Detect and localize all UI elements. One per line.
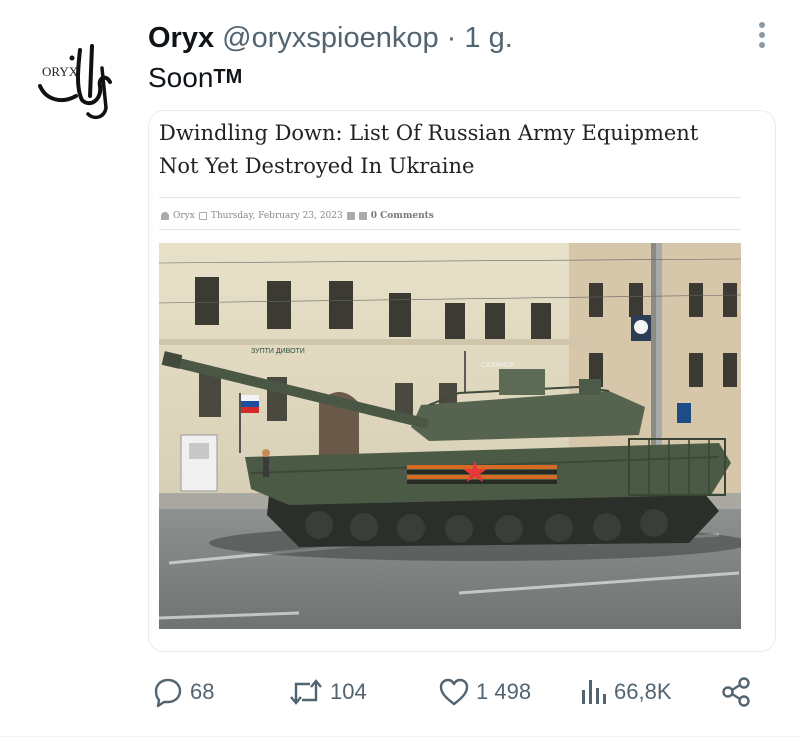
share-icon — [722, 677, 750, 707]
article-title-line-2: Not Yet Destroyed In Ukraine — [159, 154, 475, 178]
reply-button[interactable]: 68 — [152, 672, 214, 712]
divider — [159, 197, 741, 198]
views-button[interactable]: 66,8K — [580, 672, 672, 712]
image-sign-2: САХАНОК — [481, 362, 515, 369]
retweet-button[interactable]: 104 — [288, 672, 367, 712]
avatar[interactable]: ORYX — [32, 38, 124, 130]
reply-icon — [154, 678, 182, 708]
comments-icon — [358, 212, 367, 220]
tweet-text: SoonTM — [148, 60, 242, 95]
divider — [0, 736, 800, 737]
image-sign-1: ЗУПТИ ДИВОТИ — [251, 348, 305, 355]
like-count: 1 498 — [476, 679, 532, 704]
calendar-icon — [198, 212, 207, 220]
article-title: Dwindling Down: List Of Russian Army Equ… — [159, 117, 749, 183]
heart-icon — [439, 678, 469, 706]
meta-date: Thursday, February 23, 2023 — [210, 211, 343, 221]
oryx-logo-icon: ORYX — [38, 44, 112, 120]
tweet-text-tm: TM — [213, 66, 243, 88]
like-button[interactable]: 1 498 — [438, 672, 531, 712]
views-count: 66,8K — [614, 679, 672, 704]
avatar-text: ORYX — [42, 64, 79, 79]
retweet-icon — [290, 679, 322, 705]
article-meta: Oryx Thursday, February 23, 2023 0 Comme… — [161, 207, 434, 225]
tank-photo: ЗУПТИ ДИВОТИ САХАНОК — [159, 243, 741, 629]
tweet-actions: 68 104 1 498 66,8K — [148, 672, 768, 712]
meta-comments: 0 Comments — [370, 211, 434, 221]
author-name[interactable]: Oryx — [148, 22, 214, 54]
retweet-count: 104 — [330, 679, 367, 704]
folder-icon — [346, 212, 355, 220]
analytics-icon — [582, 680, 606, 704]
tweet-header: Oryx @oryxspioenkop · 1 g. — [148, 20, 740, 56]
more-options-icon[interactable] — [756, 22, 768, 52]
author-icon — [161, 212, 169, 220]
article-image: ЗУПТИ ДИВОТИ САХАНОК — [159, 243, 741, 629]
link-card[interactable]: Dwindling Down: List Of Russian Army Equ… — [148, 110, 776, 652]
share-button[interactable] — [720, 672, 752, 712]
divider — [159, 229, 741, 230]
reply-count: 68 — [190, 679, 215, 704]
tweet-text-body: Soon — [148, 62, 214, 93]
author-handle[interactable]: @oryxspioenkop · 1 g. — [222, 22, 513, 54]
article-title-line-1: Dwindling Down: List Of Russian Army Equ… — [159, 121, 699, 145]
meta-author: Oryx — [173, 211, 195, 221]
